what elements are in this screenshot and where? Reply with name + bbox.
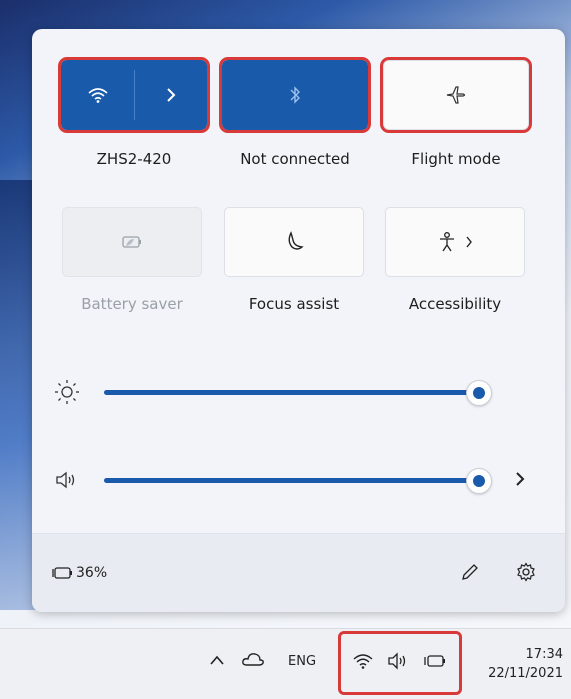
wifi-icon	[87, 86, 109, 104]
bluetooth-label: Not connected	[240, 150, 350, 168]
quick-settings-footer: 36%	[32, 533, 565, 612]
chevron-right-icon	[465, 236, 473, 248]
accessibility-label: Accessibility	[408, 295, 502, 313]
volume-slider-track[interactable]	[104, 478, 479, 483]
clock-date: 22/11/2021	[488, 666, 563, 681]
brightness-icon	[54, 379, 80, 405]
bluetooth-toggle-button[interactable]	[219, 57, 371, 133]
wifi-tray-icon[interactable]	[352, 652, 374, 670]
battery-saver-icon	[120, 234, 144, 250]
quick-settings-panel: ZHS2-420 Not connected Flight mode Batte…	[32, 29, 565, 612]
battery-icon	[52, 566, 74, 580]
volume-mixer-chevron-icon[interactable]	[514, 470, 526, 488]
bluetooth-icon	[288, 85, 302, 105]
accessibility-button[interactable]	[385, 207, 525, 277]
flight-mode-toggle-button[interactable]	[380, 57, 532, 133]
flight-mode-label: Flight mode	[411, 150, 501, 168]
taskbar-clock[interactable]: 17:34 22/11/2021	[488, 645, 563, 683]
wifi-label: ZHS2-420	[96, 150, 172, 168]
speaker-tray-icon[interactable]	[387, 652, 411, 670]
cloud-icon[interactable]	[241, 651, 265, 667]
battery-percentage: 36%	[76, 565, 108, 581]
battery-saver-label: Battery saver	[81, 295, 183, 313]
volume-slider-thumb[interactable]	[467, 469, 491, 493]
wifi-tile	[58, 57, 210, 133]
airplane-icon	[445, 84, 467, 106]
taskbar: ENG 17:34 22/11/2021	[0, 628, 571, 699]
accessibility-icon	[437, 231, 457, 253]
battery-saver-toggle-button[interactable]	[62, 207, 202, 277]
moon-icon	[284, 231, 304, 253]
focus-assist-toggle-button[interactable]	[224, 207, 364, 277]
battery-tray-icon[interactable]	[424, 654, 448, 668]
gear-icon[interactable]	[516, 562, 536, 582]
speaker-icon	[54, 469, 80, 491]
clock-time: 17:34	[525, 647, 563, 662]
chevron-right-icon	[165, 87, 177, 103]
brightness-slider-thumb[interactable]	[467, 381, 491, 405]
brightness-slider-track[interactable]	[104, 390, 479, 395]
chevron-up-icon[interactable]	[209, 654, 225, 666]
wifi-toggle-button[interactable]	[61, 60, 134, 130]
language-indicator[interactable]: ENG	[288, 654, 316, 669]
wifi-expand-button[interactable]	[135, 60, 207, 130]
focus-assist-label: Focus assist	[248, 295, 340, 313]
pencil-icon[interactable]	[460, 562, 480, 582]
